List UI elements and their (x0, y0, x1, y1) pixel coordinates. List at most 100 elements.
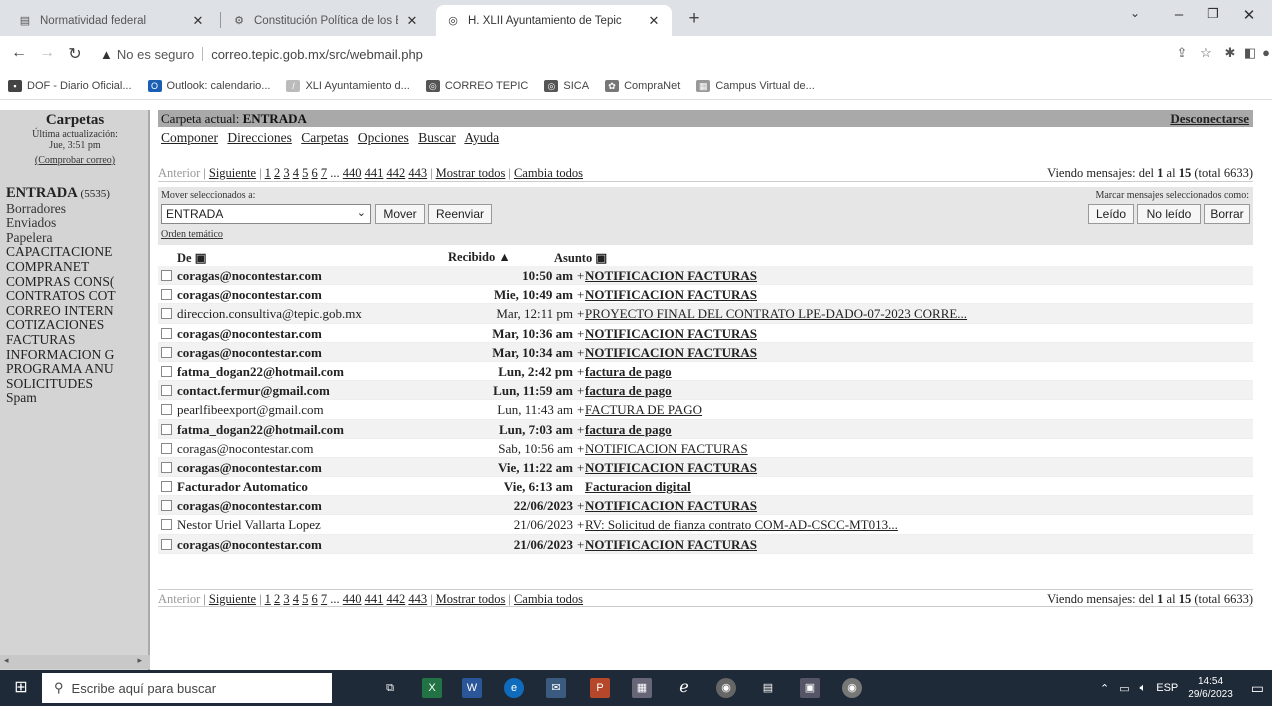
page-link[interactable]: 5 (302, 166, 308, 180)
edge-icon[interactable]: e (504, 678, 524, 698)
message-checkbox[interactable] (161, 327, 172, 339)
page-link[interactable]: 443 (408, 592, 427, 606)
menu-help[interactable]: Ayuda (464, 130, 499, 145)
bookmark-compranet[interactable]: ✿ CompraNet (605, 79, 680, 92)
menu-options[interactable]: Opciones (358, 130, 409, 145)
folder-item[interactable]: Spam (6, 391, 146, 406)
menu-folders[interactable]: Carpetas (301, 130, 348, 145)
page-link[interactable]: 6 (311, 592, 317, 606)
page-link[interactable]: 3 (283, 592, 289, 606)
message-subject-link[interactable]: Facturacion digital (585, 479, 691, 495)
horizontal-scrollbar[interactable]: ◂ ▸ (0, 655, 150, 669)
message-subject-link[interactable]: factura de pago (585, 422, 672, 438)
table-row[interactable]: fatma_dogan22@hotmail.com Lun, 2:42 pm + fa… (158, 362, 1253, 382)
page-link[interactable]: 3 (283, 166, 289, 180)
message-subject-link[interactable]: PROYECTO FINAL DEL CONTRATO LPE-DADO-07-… (585, 306, 967, 322)
show-all-link[interactable]: Mostrar todos (436, 592, 506, 606)
folder-item[interactable]: PROGRAMA ANU (6, 362, 146, 377)
bookmark-ayuntamiento[interactable]: / XLI Ayuntamiento d... (286, 79, 410, 92)
windows-start-icon[interactable]: ⊞ (0, 670, 42, 706)
folder-item[interactable]: Enviados (6, 216, 146, 231)
table-row[interactable]: coragas@nocontestar.com Vie, 11:22 am + NOT… (158, 457, 1253, 478)
show-all-link[interactable]: Mostrar todos (436, 166, 506, 180)
page-link[interactable]: 1 (265, 166, 271, 180)
page-link[interactable]: 442 (386, 166, 405, 180)
message-checkbox[interactable] (161, 270, 172, 281)
page-link[interactable]: 443 (408, 166, 427, 180)
col-subject[interactable]: Asunto ▣ (554, 250, 607, 266)
page-link[interactable]: 6 (311, 166, 317, 180)
tab-search-icon[interactable]: ⌄ (1120, 6, 1150, 28)
documents-icon[interactable]: ▤ (758, 678, 778, 698)
photos-icon[interactable]: ▣ (800, 678, 820, 698)
forward-button[interactable]: Reenviar (428, 204, 492, 224)
page-link[interactable]: 7 (321, 592, 327, 606)
message-subject-link[interactable]: NOTIFICACION FACTURAS (585, 537, 757, 553)
table-row[interactable]: coragas@nocontestar.com 21/06/2023 + NOTIFI… (158, 534, 1253, 554)
message-checkbox[interactable] (161, 500, 172, 512)
folder-item[interactable]: COMPRANET (6, 260, 146, 275)
url-field[interactable]: ▲ No es seguro correo.tepic.gob.mx/src/w… (100, 41, 1160, 67)
chevron-up-icon[interactable]: ⌃ (1100, 682, 1109, 695)
message-checkbox[interactable] (161, 519, 172, 531)
folder-item[interactable]: SOLICITUDES (6, 377, 146, 392)
mark-unread-button[interactable]: No leído (1137, 204, 1201, 224)
bookmark-correo-tepic[interactable]: ◎ CORREO TEPIC (425, 79, 528, 92)
table-row[interactable]: coragas@nocontestar.com Mar, 10:34 am + NOT… (158, 342, 1253, 362)
bookmark-campus[interactable]: ▦ Campus Virtual de... (696, 79, 815, 92)
folder-item[interactable]: Papelera (6, 231, 146, 246)
message-subject-link[interactable]: factura de pago (585, 364, 672, 380)
message-checkbox[interactable] (161, 365, 172, 377)
scroll-right-icon[interactable]: ▸ (137, 655, 142, 666)
page-link[interactable]: 2 (274, 592, 280, 606)
message-subject-link[interactable]: NOTIFICACION FACTURAS (585, 326, 757, 342)
share-icon[interactable]: ⇪ (1172, 45, 1192, 61)
toggle-all-link[interactable]: Cambia todos (514, 166, 583, 180)
next-link[interactable]: Siguiente (209, 592, 256, 606)
folder-item[interactable]: CONTRATOS COT (6, 289, 146, 304)
page-link[interactable]: 441 (365, 592, 384, 606)
close-window-icon[interactable]: ✕ (1234, 6, 1264, 28)
col-received[interactable]: Recibido ▲ (448, 250, 511, 265)
menu-addresses[interactable]: Direcciones (227, 130, 291, 145)
menu-compose[interactable]: Componer (161, 130, 218, 145)
message-subject-link[interactable]: FACTURA DE PAGO (585, 402, 702, 418)
reload-icon[interactable]: ↻ (64, 44, 86, 64)
message-subject-link[interactable]: NOTIFICACION FACTURAS (585, 287, 757, 303)
message-checkbox[interactable] (161, 538, 172, 550)
page-link[interactable]: 440 (343, 592, 362, 606)
calculator-icon[interactable]: ▦ (632, 678, 652, 698)
table-row[interactable]: coragas@nocontestar.com 22/06/2023 + NOTIFI… (158, 496, 1253, 516)
message-checkbox[interactable] (161, 346, 172, 358)
table-row[interactable]: Facturador Automatico Vie, 6:13 am Factura… (158, 477, 1253, 497)
col-from[interactable]: De ▣ (177, 250, 207, 266)
page-link[interactable]: 442 (386, 592, 405, 606)
move-button[interactable]: Mover (375, 204, 425, 224)
page-link[interactable]: 5 (302, 592, 308, 606)
tab-constitucion[interactable]: ⚙ Constitución Política de los Esta ✕ (222, 5, 430, 36)
message-checkbox[interactable] (161, 404, 172, 416)
task-view-icon[interactable]: ⧉ (380, 678, 400, 698)
message-checkbox[interactable] (161, 481, 172, 493)
table-row[interactable]: coragas@nocontestar.com Mar, 10:36 am + NOT… (158, 324, 1253, 343)
taskbar-search-input[interactable]: ⚲ Escribe aquí para buscar (42, 673, 332, 703)
volume-icon[interactable]: 🔈︎ (1140, 682, 1147, 695)
tab-ayuntamiento[interactable]: ◎ H. XLII Ayuntamiento de Tepic ✕ (436, 5, 672, 36)
prev-link[interactable]: Anterior (158, 592, 200, 606)
message-checkbox[interactable] (161, 289, 172, 301)
toggle-all-link[interactable]: Cambia todos (514, 592, 583, 606)
back-icon[interactable]: ← (8, 44, 30, 62)
table-row[interactable]: coragas@nocontestar.com Sab, 10:56 am + NOT… (158, 439, 1253, 458)
folder-item[interactable]: INFORMACION G (6, 348, 146, 363)
folder-item[interactable]: CORREO INTERN (6, 304, 146, 319)
page-link[interactable]: 7 (321, 166, 327, 180)
next-link[interactable]: Siguiente (209, 166, 256, 180)
message-checkbox[interactable] (161, 385, 172, 397)
table-row[interactable]: contact.fermur@gmail.com Lun, 11:59 am + fa… (158, 381, 1253, 401)
message-subject-link[interactable]: factura de pago (585, 383, 672, 399)
restore-icon[interactable]: ❐ (1198, 6, 1228, 28)
folder-inbox[interactable]: ENTRADA (5535) (6, 186, 146, 202)
minimize-icon[interactable]: – (1164, 6, 1194, 28)
tab-normatividad[interactable]: ▤ Normatividad federal ✕ (8, 5, 216, 36)
table-row[interactable]: coragas@nocontestar.com Mie, 10:49 am + NOT… (158, 285, 1253, 305)
